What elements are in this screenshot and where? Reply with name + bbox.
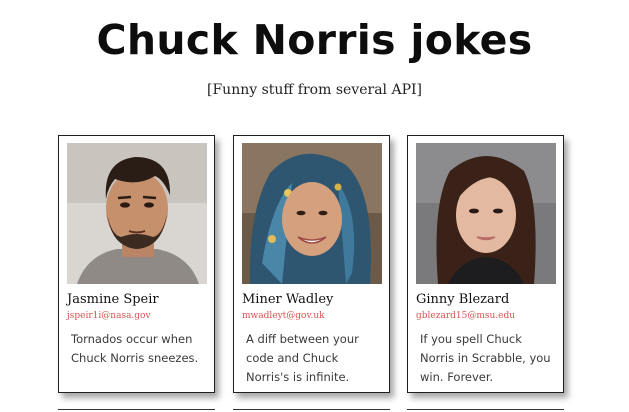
- profile-email[interactable]: gblezard15@msu.edu: [416, 311, 515, 321]
- page-title: Chuck Norris jokes: [96, 16, 533, 64]
- page-subtitle: [Funny stuff from several API]: [207, 82, 422, 98]
- profile-photo: [242, 143, 382, 284]
- profile-card: Jasmine Speir jspeir1i@nasa.gov Tornados…: [58, 135, 215, 393]
- profile-email[interactable]: mwadleyt@gov.uk: [242, 311, 325, 321]
- joke-text: A diff between your code and Chuck Norri…: [246, 332, 359, 384]
- profile-photo: [67, 143, 207, 284]
- profile-name: Jasmine Speir: [67, 292, 159, 307]
- joke-text: If you spell Chuck Norris in Scrabble, y…: [420, 332, 551, 384]
- profile-name: Ginny Blezard: [416, 292, 510, 307]
- profile-name: Miner Wadley: [242, 292, 334, 307]
- joke-text: Tornados occur when Chuck Norris sneezes…: [71, 332, 199, 365]
- profile-card: Miner Wadley mwadleyt@gov.uk A diff betw…: [233, 135, 390, 393]
- profile-email[interactable]: jspeir1i@nasa.gov: [67, 311, 151, 321]
- profile-photo: [416, 143, 556, 284]
- profile-card: Ginny Blezard gblezard15@msu.edu If you …: [407, 135, 564, 393]
